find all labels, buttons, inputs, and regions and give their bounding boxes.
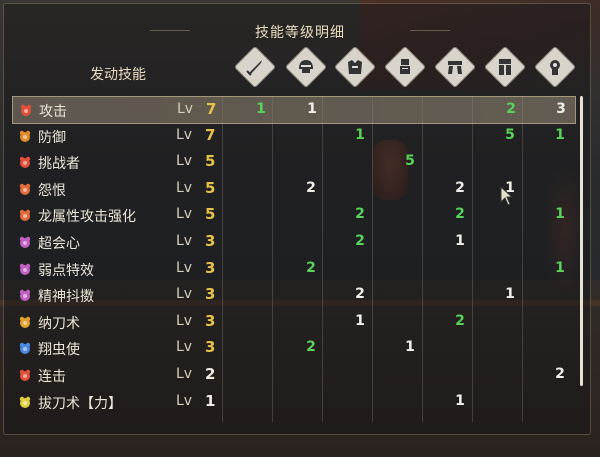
skill-row[interactable]: 怨恨 Lv 5 2 2 1 (12, 176, 574, 202)
skill-name: 连击 (38, 369, 66, 385)
lv-label: Lv (176, 233, 193, 249)
skill-level: 3 (205, 232, 216, 250)
skill-points-cell: 1 (256, 101, 266, 117)
skill-points-cell: 1 (555, 126, 565, 143)
skill-name: 超会心 (38, 236, 80, 252)
skill-points-cell: 1 (355, 126, 365, 143)
skill-points-cell: 3 (556, 101, 566, 117)
skill-points-cell: 2 (455, 206, 465, 223)
skill-level: 3 (205, 311, 216, 330)
title-ornament-left (150, 30, 190, 31)
skill-level: 3 (205, 285, 216, 304)
skill-jewel-icon (19, 343, 31, 355)
active-skills-header: 发动技能 (90, 67, 146, 83)
waist-icon (433, 45, 477, 89)
title-ornament-right (410, 30, 450, 31)
skill-jewel-icon (20, 104, 32, 116)
skill-level: 5 (205, 205, 216, 224)
skill-jewel-icon (19, 236, 31, 248)
skill-jewel-icon (19, 183, 31, 195)
lv-label: Lv (176, 153, 193, 170)
lv-label: Lv (176, 366, 193, 382)
skill-level: 2 (205, 365, 216, 383)
skill-points-cell: 2 (355, 233, 365, 249)
skill-name: 挑战者 (38, 156, 80, 173)
skill-level: 5 (205, 178, 216, 197)
skill-row[interactable]: 攻击 Lv 7 1 1 2 3 (12, 96, 576, 124)
skill-level: 3 (205, 258, 216, 277)
chest-icon (333, 45, 377, 89)
skill-points-cell: 2 (306, 259, 316, 276)
legs-icon (483, 45, 527, 89)
skill-name: 攻击 (39, 104, 67, 120)
skill-points-cell: 1 (505, 286, 515, 303)
skill-row[interactable]: 挑战者 Lv 5 5 (12, 149, 574, 175)
skill-level: 3 (205, 338, 216, 357)
skill-points-cell: 2 (555, 366, 565, 382)
skill-jewel-icon (19, 130, 31, 142)
skill-points-cell: 2 (306, 179, 316, 196)
lv-label: Lv (176, 126, 193, 143)
skill-row[interactable]: 龙属性攻击强化 Lv 5 2 2 1 (12, 202, 574, 228)
skill-points-cell: 1 (307, 101, 317, 117)
skill-jewel-icon (19, 316, 31, 328)
skill-name: 怨恨 (38, 182, 66, 199)
skill-jewel-icon (19, 396, 31, 408)
helm-icon (284, 45, 328, 89)
skill-name: 龙属性攻击强化 (38, 209, 136, 226)
skill-points-cell: 2 (455, 179, 465, 196)
skill-points-cell: 2 (455, 312, 465, 329)
skill-row[interactable]: 防御 Lv 7 1 5 1 (12, 123, 574, 149)
panel-title: 技能等级明细 (255, 25, 345, 41)
skill-name: 翔虫使 (38, 342, 80, 359)
skill-points-cell: 1 (455, 392, 465, 409)
skill-jewel-icon (19, 263, 31, 275)
skill-jewel-icon (19, 210, 31, 222)
skill-name: 弱点特效 (38, 262, 94, 279)
skill-points-cell: 5 (405, 153, 415, 170)
lv-label: Lv (176, 259, 193, 276)
skill-jewel-icon (19, 369, 31, 381)
skill-points-cell: 5 (505, 126, 515, 143)
skill-points-cell: 1 (455, 233, 465, 249)
skill-points-cell: 2 (306, 339, 316, 356)
lv-label: Lv (177, 101, 194, 117)
lv-label: Lv (176, 206, 193, 223)
skill-name: 纳刀术 (38, 315, 80, 332)
skill-level: 5 (205, 152, 216, 171)
arms-icon (383, 45, 427, 89)
skill-name: 拔刀术【力】 (38, 395, 122, 412)
lv-label: Lv (176, 312, 193, 329)
scrollbar[interactable] (580, 96, 583, 386)
skill-name: 精神抖擞 (38, 289, 94, 306)
lv-label: Lv (176, 339, 193, 356)
skill-points-cell: 1 (555, 206, 565, 223)
skill-points-cell: 2 (355, 286, 365, 303)
skill-name: 防御 (38, 129, 66, 146)
weapon-icon (233, 45, 277, 89)
skill-level: 7 (206, 100, 217, 118)
skill-points-cell: 2 (355, 206, 365, 223)
skill-row[interactable]: 翔虫使 Lv 3 2 1 (12, 335, 574, 361)
skill-level: 7 (205, 125, 216, 144)
skill-jewel-icon (19, 156, 31, 169)
skill-row[interactable]: 弱点特效 Lv 3 2 1 (12, 256, 574, 282)
skill-row[interactable]: 精神抖擞 Lv 3 2 1 (12, 282, 574, 308)
mouse-cursor-icon (500, 186, 514, 206)
talisman-icon (533, 45, 577, 89)
skill-jewel-icon (19, 289, 31, 302)
skill-row[interactable]: 连击 Lv 2 2 (12, 362, 574, 388)
skill-row[interactable]: 超会心 Lv 3 2 1 (12, 229, 574, 255)
skill-level: 1 (205, 391, 216, 410)
skill-row[interactable]: 拔刀术【力】 Lv 1 1 (12, 389, 574, 415)
skill-row[interactable]: 纳刀术 Lv 3 1 2 (12, 309, 574, 335)
lv-label: Lv (176, 286, 193, 303)
skill-points-cell: 1 (405, 339, 415, 356)
skill-points-cell: 1 (555, 259, 565, 276)
lv-label: Lv (176, 179, 193, 196)
lv-label: Lv (176, 392, 193, 409)
skill-points-cell: 1 (355, 312, 365, 329)
skill-points-cell: 2 (506, 101, 516, 117)
